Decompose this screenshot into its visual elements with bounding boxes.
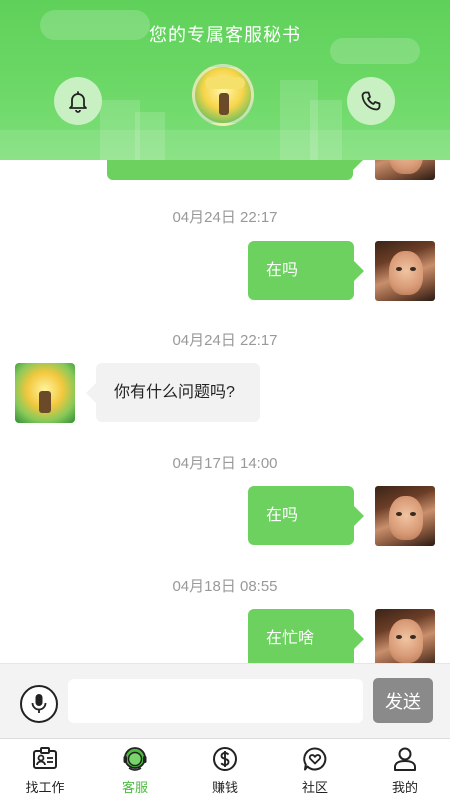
notification-button[interactable] [54,77,102,125]
tab-label: 找工作 [25,780,65,795]
message-bubble: 在吗 [248,241,364,300]
message-timestamp: 04月24日 22:17 [172,332,278,349]
id-card-icon [33,747,57,769]
header-decoration [0,130,450,160]
send-button[interactable]: 发送 [373,678,433,723]
phone-icon [361,91,381,111]
voice-button[interactable] [20,685,58,723]
tab-community[interactable]: 社区 [270,739,360,800]
community-heart-icon [303,747,327,771]
tab-label: 赚钱 [211,780,238,795]
microphone-icon [31,694,47,713]
message-bubble-partial [107,160,363,180]
tab-label: 客服 [121,780,148,795]
tab-label: 我的 [391,780,418,795]
call-button[interactable] [347,77,395,125]
message-input[interactable] [68,679,363,723]
user-avatar [375,241,435,301]
tab-earn-money[interactable]: 赚钱 [180,739,270,800]
bell-icon [69,91,87,113]
tab-bar: 找工作 客服 赚钱 社区 我的 [0,738,450,800]
user-avatar [375,486,435,546]
tab-find-job[interactable]: 找工作 [0,739,90,800]
user-avatar [375,160,435,180]
service-avatar [15,363,75,423]
message-timestamp: 04月18日 08:55 [172,578,278,595]
service-avatar [192,64,254,126]
message-bubble: 你有什么问题吗? [86,363,260,422]
input-bar: 发送 [0,663,450,738]
tab-profile[interactable]: 我的 [360,739,450,800]
user-icon [394,747,416,771]
message-bubble: 在忙啥 [248,609,364,663]
header: 您的专属客服秘书 [0,0,450,160]
message-timestamp: 04月17日 14:00 [172,455,278,472]
message-timestamp: 04月24日 22:17 [172,209,278,226]
tab-customer-service[interactable]: 客服 [90,739,180,800]
message-bubble: 在吗 [248,486,364,545]
chat-area[interactable]: 04月24日 22:17 在吗 04月24日 22:17 你有什么问题吗? 04… [0,160,450,663]
dollar-icon [213,747,237,771]
user-avatar [375,609,435,663]
tab-label: 社区 [301,780,328,795]
header-title: 您的专属客服秘书 [149,25,301,45]
customer-service-icon [123,747,147,771]
